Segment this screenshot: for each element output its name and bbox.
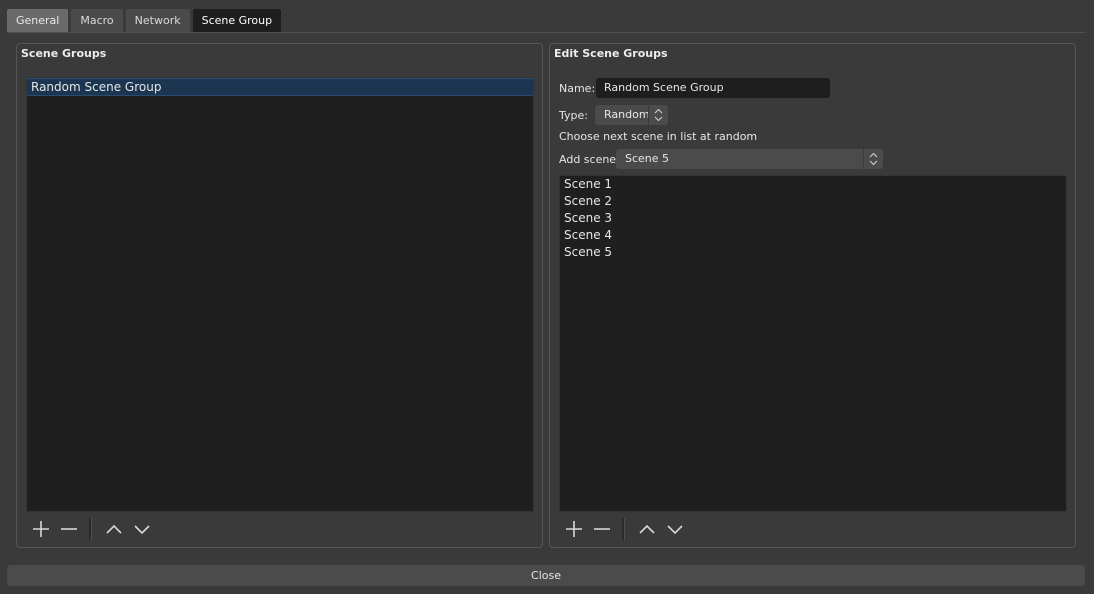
plus-icon — [33, 521, 49, 537]
scenes-list[interactable]: Scene 1 Scene 2 Scene 3 Scene 4 Scene 5 — [559, 175, 1067, 512]
move-scene-up-button[interactable] — [633, 515, 661, 543]
add-scene-label: Add scene — [559, 153, 617, 166]
edit-scene-groups-title: Edit Scene Groups — [554, 47, 668, 60]
scenes-toolbar — [560, 515, 689, 543]
close-button[interactable]: Close — [7, 565, 1085, 586]
list-item[interactable]: Scene 5 — [560, 244, 1066, 261]
name-label: Name: — [559, 82, 596, 95]
type-select-value: Random — [604, 108, 650, 121]
tab-network[interactable]: Network — [125, 9, 190, 32]
remove-scene-button[interactable] — [588, 515, 616, 543]
add-scene-group-button[interactable] — [27, 515, 55, 543]
arrow-down-icon — [134, 525, 150, 535]
tab-divider — [7, 32, 1085, 33]
updown-chevron-icon — [648, 105, 668, 125]
toolbar-separator — [622, 518, 625, 540]
name-field[interactable]: Random Scene Group — [596, 78, 830, 98]
tab-macro[interactable]: Macro — [71, 9, 123, 32]
move-scene-down-button[interactable] — [661, 515, 689, 543]
list-item[interactable]: Scene 4 — [560, 227, 1066, 244]
list-item[interactable]: Random Scene Group — [27, 78, 533, 96]
type-label: Type: — [559, 109, 588, 122]
arrow-up-icon — [639, 524, 655, 534]
list-item[interactable]: Scene 2 — [560, 193, 1066, 210]
list-item[interactable]: Scene 1 — [560, 176, 1066, 193]
type-select[interactable]: Random — [595, 105, 668, 125]
arrow-up-icon — [106, 524, 122, 534]
move-up-button[interactable] — [100, 515, 128, 543]
scene-groups-list[interactable]: Random Scene Group — [26, 77, 534, 512]
tab-scene-group[interactable]: Scene Group — [192, 9, 282, 32]
list-item[interactable]: Scene 3 — [560, 210, 1066, 227]
minus-icon — [61, 528, 77, 530]
scene-groups-toolbar — [27, 515, 156, 543]
add-scene-button[interactable] — [560, 515, 588, 543]
type-description: Choose next scene in list at random — [559, 130, 758, 143]
move-down-button[interactable] — [128, 515, 156, 543]
arrow-down-icon — [667, 525, 683, 535]
edit-scene-groups-panel: Edit Scene Groups Name: Random Scene Gro… — [549, 43, 1076, 548]
tab-general[interactable]: General — [7, 9, 69, 32]
scene-groups-panel: Scene Groups Random Scene Group — [16, 43, 543, 548]
tab-bar: General Macro Network Scene Group — [7, 9, 282, 32]
plus-icon — [566, 521, 582, 537]
add-scene-select-value: Scene 5 — [625, 152, 670, 165]
add-scene-select[interactable]: Scene 5 — [616, 149, 883, 169]
updown-chevron-icon — [863, 149, 883, 169]
minus-icon — [594, 528, 610, 530]
toolbar-separator — [89, 518, 92, 540]
scene-groups-title: Scene Groups — [21, 47, 107, 60]
remove-scene-group-button[interactable] — [55, 515, 83, 543]
